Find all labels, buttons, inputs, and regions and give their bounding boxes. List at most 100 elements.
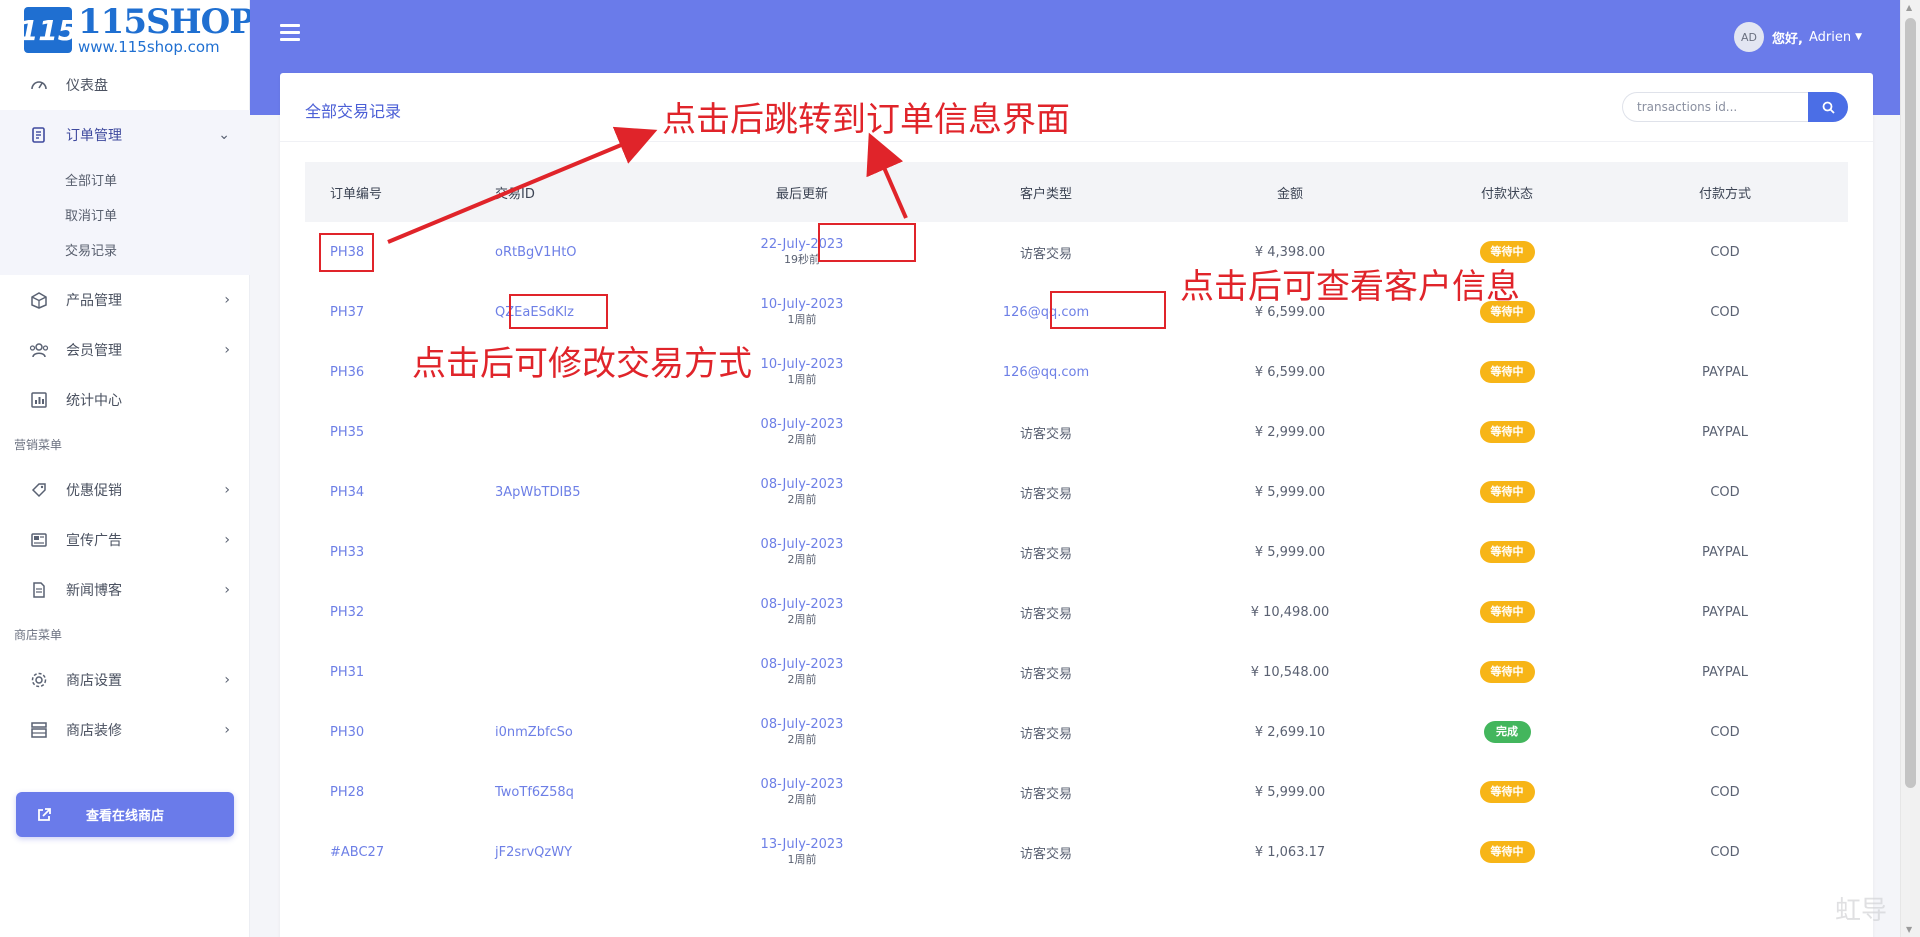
customer-type[interactable]: 126@qq.com [1003,305,1089,320]
payment-method: COD [1710,484,1740,500]
customer-type[interactable]: 126@qq.com [1003,365,1089,380]
status-badge: 等待中 [1479,361,1535,383]
scroll-up-icon[interactable]: ▲ [1906,3,1912,12]
sidebar-item-orders[interactable]: 订单管理 ⌄ [0,110,250,160]
order-id-link[interactable]: PH28 [330,785,364,800]
customer-type: 访客交易 [1019,486,1072,502]
amount: ¥ 4,398.00 [1254,244,1326,260]
status-badge: 等待中 [1479,781,1535,803]
sidebar-item-products[interactable]: 产品管理 › [0,275,250,325]
order-id-link[interactable]: #ABC27 [330,845,384,860]
ads-icon [28,529,50,551]
sidebar-item-label: 商店设置 [66,673,122,689]
page-scrollbar[interactable]: ▲ ▼ [1900,0,1920,937]
order-id-link[interactable]: PH38 [330,245,364,260]
scroll-thumb[interactable] [1905,18,1916,788]
order-id-link[interactable]: PH30 [330,725,364,740]
customer-type: 访客交易 [1019,426,1072,442]
annotation-txn-edit: 点击后可修改交易方式 [412,344,752,384]
sidebar-item-store-decor[interactable]: 商店装修 › [0,705,250,755]
sidebar-item-members[interactable]: 会员管理 › [0,325,250,375]
order-id-link[interactable]: PH34 [330,485,364,500]
transaction-id-link[interactable]: jF2srvQzWY [495,845,572,860]
amount: ¥ 6,599.00 [1254,364,1326,380]
order-id-link[interactable]: PH33 [330,545,364,560]
status-badge: 完成 [1483,721,1531,743]
payment-method: COD [1710,724,1740,740]
card-divider [280,141,1873,142]
last-updated-date[interactable]: 13-July-2023 [680,837,924,852]
sub-item-cancelled-orders[interactable]: 取消订单 [0,199,250,234]
transaction-id-link[interactable]: 3ApWbTDIB5 [495,485,581,500]
status-badge: 等待中 [1479,601,1535,623]
transaction-id-link[interactable]: oRtBgV1HtO [495,245,577,260]
blog-icon [28,579,50,601]
last-updated-date[interactable]: 08-July-2023 [680,777,924,792]
section-store: 商店菜单 [14,628,63,642]
order-id-link[interactable]: PH36 [330,365,364,380]
sidebar-item-label: 订单管理 [66,128,122,144]
external-link-icon [24,807,64,823]
caret-down-icon: ▼ [1855,32,1862,42]
payment-method: PAYPAL [1702,424,1748,440]
sub-item-transactions[interactable]: 交易记录 [0,234,250,269]
transaction-id-link[interactable]: i0nmZbfcSo [495,725,573,740]
last-updated-ago: 2周前 [787,432,817,446]
chevron-right-icon: › [224,532,230,548]
page-title: 全部交易记录 [305,102,402,121]
logo[interactable]: 115 115SHOP www.115shop.com [19,4,255,56]
table-row: PH32 08-July-2023 2周前 访客交易 ¥ 10,498.00 等待中 PAY… [305,582,1848,642]
promo-icon [28,479,50,501]
amount: ¥ 10,548.00 [1250,664,1330,680]
view-online-store-button[interactable]: 查看在线商店 [16,792,234,837]
payment-method: COD [1710,244,1740,260]
last-updated-date[interactable]: 08-July-2023 [680,717,924,732]
sidebar-item-dashboard[interactable]: 仪表盘 [0,60,250,110]
last-updated-date[interactable]: 08-July-2023 [680,597,924,612]
members-icon [28,339,50,361]
table-row: PH28 TwoTf6Z58q 08-July-2023 2周前 访客交易 ¥ 5,999… [305,762,1848,822]
table-row: PH35 08-July-2023 2周前 访客交易 ¥ 2,999.00 等待中 PAYP… [305,402,1848,462]
order-id-link[interactable]: PH31 [330,665,364,680]
logo-badge: 115 [19,7,77,53]
search-button[interactable] [1808,92,1848,122]
sidebar-item-blog[interactable]: 新闻博客 › [0,565,250,615]
table-row: PH34 3ApWbTDIB5 08-July-2023 2周前 访客交易 ¥ 5,999… [305,462,1848,522]
order-id-link[interactable]: PH32 [330,605,364,620]
last-updated-date[interactable]: 22-July-2023 [680,237,924,252]
transactions-table: 订单编号 交易ID 最后更新 客户类型 金额 付款状态 付款方式 PH38 oRt… [305,162,1848,882]
last-updated-date[interactable]: 10-July-2023 [680,297,924,312]
user-menu[interactable]: AD 您好, Adrien ▼ [1734,22,1862,52]
sidebar-item-store-settings[interactable]: 商店设置 › [0,655,250,705]
sidebar-item-ads[interactable]: 宣传广告 › [0,515,250,565]
search-input[interactable] [1622,92,1808,122]
chevron-right-icon: › [224,722,230,738]
sub-item-all-orders[interactable]: 全部订单 [0,164,250,199]
customer-type: 访客交易 [1019,606,1072,622]
last-updated-date[interactable]: 08-July-2023 [680,417,924,432]
menu-toggle-icon[interactable] [280,24,300,44]
sidebar-item-promotions[interactable]: 优惠促销 › [0,465,250,515]
last-updated-date[interactable]: 08-July-2023 [680,657,924,672]
sidebar-item-label: 产品管理 [66,293,122,309]
last-updated-ago: 2周前 [787,612,817,626]
sidebar-item-stats[interactable]: 统计中心 [0,375,250,425]
sidebar-item-label: 统计中心 [66,393,122,409]
amount: ¥ 10,498.00 [1250,604,1330,620]
orders-submenu: 全部订单 取消订单 交易记录 [0,160,250,275]
last-updated-date[interactable]: 08-July-2023 [680,477,924,492]
transaction-id-link[interactable]: QZEaESdKlz [495,305,574,320]
store-button-label: 查看在线商店 [85,809,164,824]
scroll-down-icon[interactable]: ▼ [1906,925,1912,934]
sidebar-item-label: 商店装修 [66,723,122,739]
last-updated-date[interactable]: 08-July-2023 [680,537,924,552]
status-badge: 等待中 [1479,421,1535,443]
payment-method: PAYPAL [1702,544,1748,560]
dashboard-icon [28,74,50,96]
transaction-id-link[interactable]: TwoTf6Z58q [495,785,574,800]
col-order-id: 订单编号 [330,186,383,202]
sidebar-nav: 仪表盘 订单管理 ⌄ 全部订单 取消订单 交易记录 产品管理 › 会员管理 › … [0,60,250,755]
order-id-link[interactable]: PH35 [330,425,364,440]
payment-method: COD [1710,784,1740,800]
order-id-link[interactable]: PH37 [330,305,364,320]
